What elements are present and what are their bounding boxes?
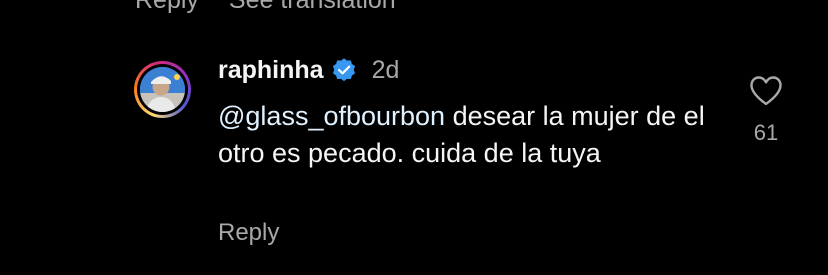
comment: raphinha 2d @glass_ofbourbon desear la m… (0, 0, 828, 275)
comment-text: @glass_ofbourbon desear la mujer de el o… (218, 98, 708, 172)
verified-badge-icon (332, 58, 355, 82)
reply-button[interactable]: Reply (218, 219, 279, 247)
username[interactable]: raphinha (218, 56, 324, 85)
avatar-photo (140, 67, 185, 112)
heart-outline-icon[interactable] (749, 75, 783, 106)
avatar-portrait-icon (140, 67, 185, 112)
mention-link[interactable]: @glass_ofbourbon (218, 101, 445, 131)
avatar[interactable] (134, 61, 191, 118)
like-count: 61 (753, 120, 779, 145)
like-section: 61 (746, 75, 786, 146)
comment-header: raphinha 2d (218, 55, 399, 85)
comment-timestamp: 2d (371, 55, 400, 84)
